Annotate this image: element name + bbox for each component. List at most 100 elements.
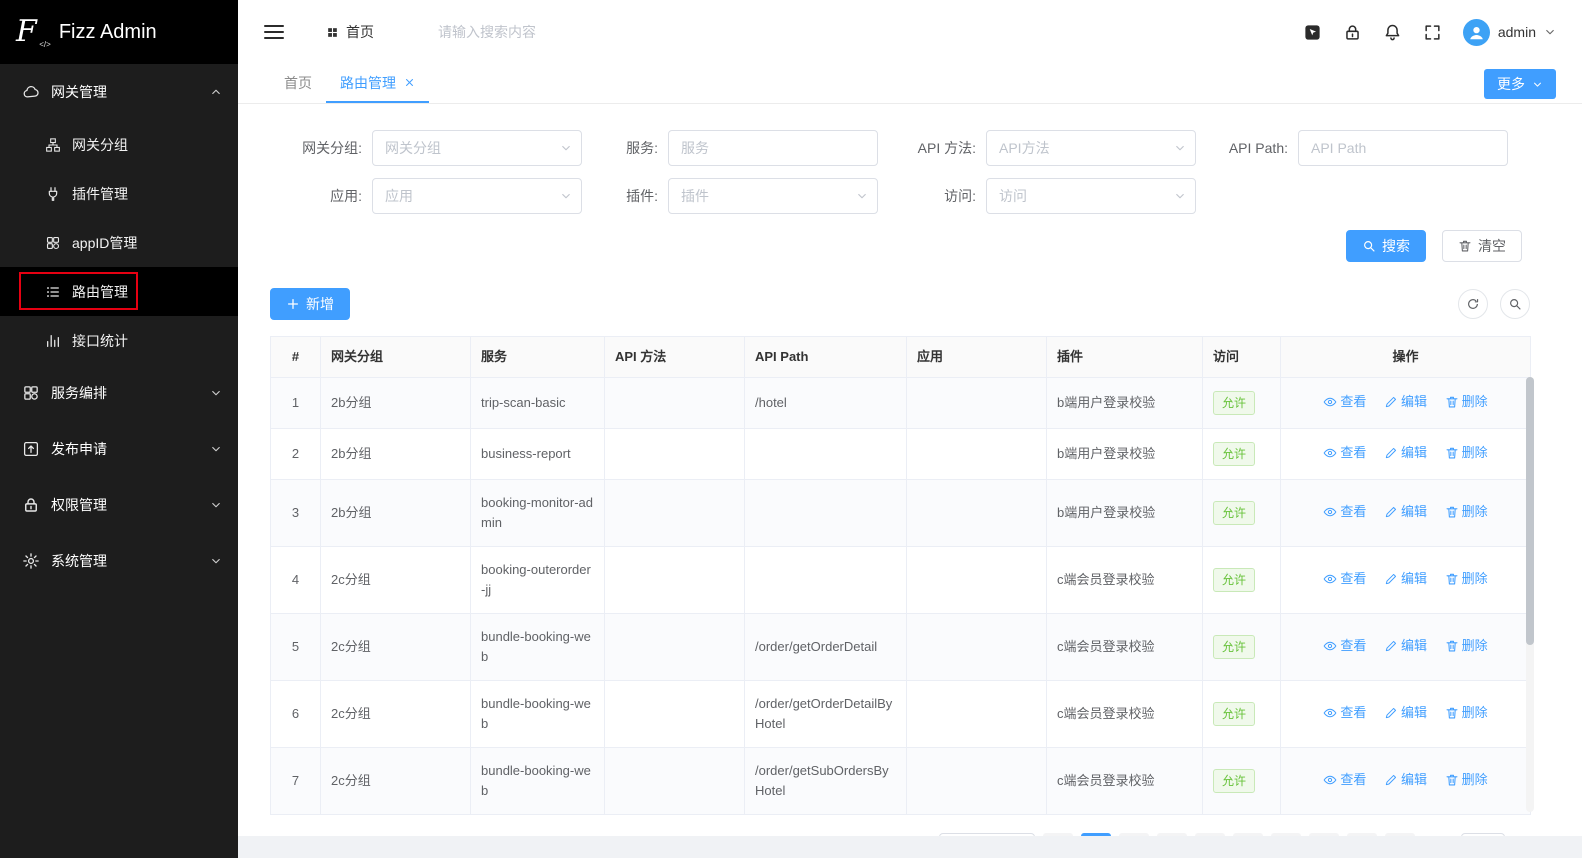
screen-capture-icon[interactable] [1303, 23, 1322, 42]
view-link[interactable]: 查看 [1323, 636, 1366, 656]
sidebar-item-system-management[interactable]: 系统管理 [0, 533, 238, 589]
search-icon [1362, 239, 1376, 253]
edit-link[interactable]: 编辑 [1384, 443, 1427, 463]
edit-link[interactable]: 编辑 [1384, 502, 1427, 522]
edit-link[interactable]: 编辑 [1384, 569, 1427, 589]
page-button-5[interactable]: 5 [1232, 833, 1263, 836]
row-service: booking-monitor-admin [470, 479, 605, 547]
sidebar-item-api-statistics[interactable]: 接口统计 [0, 316, 238, 365]
page-size-select[interactable]: 10条/页 [938, 833, 1035, 836]
edit-link[interactable]: 编辑 [1384, 636, 1427, 656]
row-app [906, 613, 1047, 681]
view-link[interactable]: 查看 [1323, 443, 1366, 463]
service-input[interactable] [668, 130, 878, 166]
sidebar-item-release-application[interactable]: 发布申请 [0, 421, 238, 477]
fullscreen-icon[interactable] [1423, 23, 1442, 42]
row-actions: 查看 编辑 删除 [1280, 377, 1531, 429]
add-button[interactable]: 新增 [270, 288, 350, 320]
edit-link[interactable]: 编辑 [1384, 392, 1427, 412]
user-menu[interactable]: admin [1462, 18, 1556, 46]
row-service: trip-scan-basic [470, 377, 605, 429]
table-header-row: # 网关分组 服务 API 方法 API Path 应用 插件 访问 操作 [270, 336, 1531, 378]
filter-panel: 网关分组: 服务: API 方法: [238, 104, 1582, 214]
hamburger-menu-icon[interactable] [262, 20, 286, 44]
delete-link[interactable]: 删除 [1445, 636, 1488, 656]
sidebar-item-gateway-management[interactable]: 网关管理 [0, 64, 238, 120]
sidebar-item-label: 发布申请 [51, 441, 107, 457]
delete-link[interactable]: 删除 [1445, 443, 1488, 463]
view-link[interactable]: 查看 [1323, 770, 1366, 790]
row-api-method [604, 377, 745, 429]
global-search-input[interactable] [438, 24, 668, 40]
delete-link[interactable]: 删除 [1445, 392, 1488, 412]
filter-label: 网关分组: [302, 140, 362, 156]
trash-icon [1445, 572, 1459, 586]
gateway-group-select[interactable] [372, 130, 582, 166]
close-icon[interactable] [404, 77, 415, 88]
api-method-select-input[interactable] [986, 130, 1196, 166]
clear-button[interactable]: 清空 [1442, 230, 1522, 262]
page-button-6[interactable]: 6 [1270, 833, 1301, 836]
sidebar-item-label: 网关管理 [51, 84, 107, 100]
row-service: bundle-booking-web [470, 613, 605, 681]
lock-icon[interactable] [1343, 23, 1362, 42]
chevron-down-icon [1544, 26, 1556, 38]
app-select-input[interactable] [372, 178, 582, 214]
delete-link[interactable]: 删除 [1445, 770, 1488, 790]
bell-icon[interactable] [1383, 23, 1402, 42]
filter-label: 访问: [944, 188, 976, 204]
row-access: 允许 [1202, 680, 1281, 748]
main-area: 首页 admin 首页 路由管理 [238, 0, 1582, 858]
column-search-button[interactable] [1500, 289, 1530, 319]
view-link[interactable]: 查看 [1323, 703, 1366, 723]
table-scrollbar[interactable] [1526, 377, 1534, 812]
delete-link[interactable]: 删除 [1445, 502, 1488, 522]
row-app [906, 377, 1047, 429]
page-button-1[interactable]: 1 [1080, 833, 1111, 836]
page-button-9[interactable]: 9 [1346, 833, 1377, 836]
sidebar-item-appid-management[interactable]: appID管理 [0, 218, 238, 267]
table-body: 1 2b分组 trip-scan-basic /hotel b端用户登录校验 允… [270, 377, 1531, 815]
trash-icon [1445, 706, 1459, 720]
api-path-input[interactable] [1298, 130, 1508, 166]
view-link[interactable]: 查看 [1323, 569, 1366, 589]
plugin-select[interactable] [668, 178, 878, 214]
sidebar-item-gateway-groups[interactable]: 网关分组 [0, 120, 238, 169]
app-select[interactable] [372, 178, 582, 214]
refresh-button[interactable] [1458, 289, 1488, 319]
delete-link[interactable]: 删除 [1445, 703, 1488, 723]
prev-page-button[interactable] [1042, 833, 1073, 836]
page-button-3[interactable]: 3 [1156, 833, 1187, 836]
tab-route-management[interactable]: 路由管理 [326, 64, 429, 103]
nav-home[interactable]: 首页 [326, 22, 374, 42]
view-link[interactable]: 查看 [1323, 392, 1366, 412]
row-app [906, 479, 1047, 547]
sidebar-item-plugin-management[interactable]: 插件管理 [0, 169, 238, 218]
sidebar-item-permission-management[interactable]: 权限管理 [0, 477, 238, 533]
row-api-path: /hotel [744, 377, 907, 429]
row-service: booking-outerorder-jj [470, 546, 605, 614]
access-select[interactable] [986, 178, 1196, 214]
edit-link[interactable]: 编辑 [1384, 770, 1427, 790]
goto-page-input[interactable] [1460, 833, 1505, 836]
view-link[interactable]: 查看 [1323, 502, 1366, 522]
access-select-input[interactable] [986, 178, 1196, 214]
sidebar-item-label: 路由管理 [72, 283, 128, 300]
row-plugin: c端会员登录校验 [1046, 680, 1203, 748]
edit-link[interactable]: 编辑 [1384, 703, 1427, 723]
api-method-select[interactable] [986, 130, 1196, 166]
more-pages-button[interactable]: ••• [1308, 833, 1339, 836]
scrollbar-thumb[interactable] [1526, 377, 1534, 645]
search-button[interactable]: 搜索 [1346, 230, 1426, 262]
gateway-group-select-input[interactable] [372, 130, 582, 166]
row-index: 7 [270, 747, 321, 815]
delete-link[interactable]: 删除 [1445, 569, 1488, 589]
page-button-2[interactable]: 2 [1118, 833, 1149, 836]
page-button-4[interactable]: 4 [1194, 833, 1225, 836]
more-button[interactable]: 更多 [1484, 69, 1556, 99]
tab-home[interactable]: 首页 [270, 64, 326, 103]
sidebar-item-route-management[interactable]: 路由管理 [0, 267, 238, 316]
sidebar-item-service-orchestration[interactable]: 服务编排 [0, 365, 238, 421]
plugin-select-input[interactable] [668, 178, 878, 214]
next-page-button[interactable] [1384, 833, 1415, 836]
